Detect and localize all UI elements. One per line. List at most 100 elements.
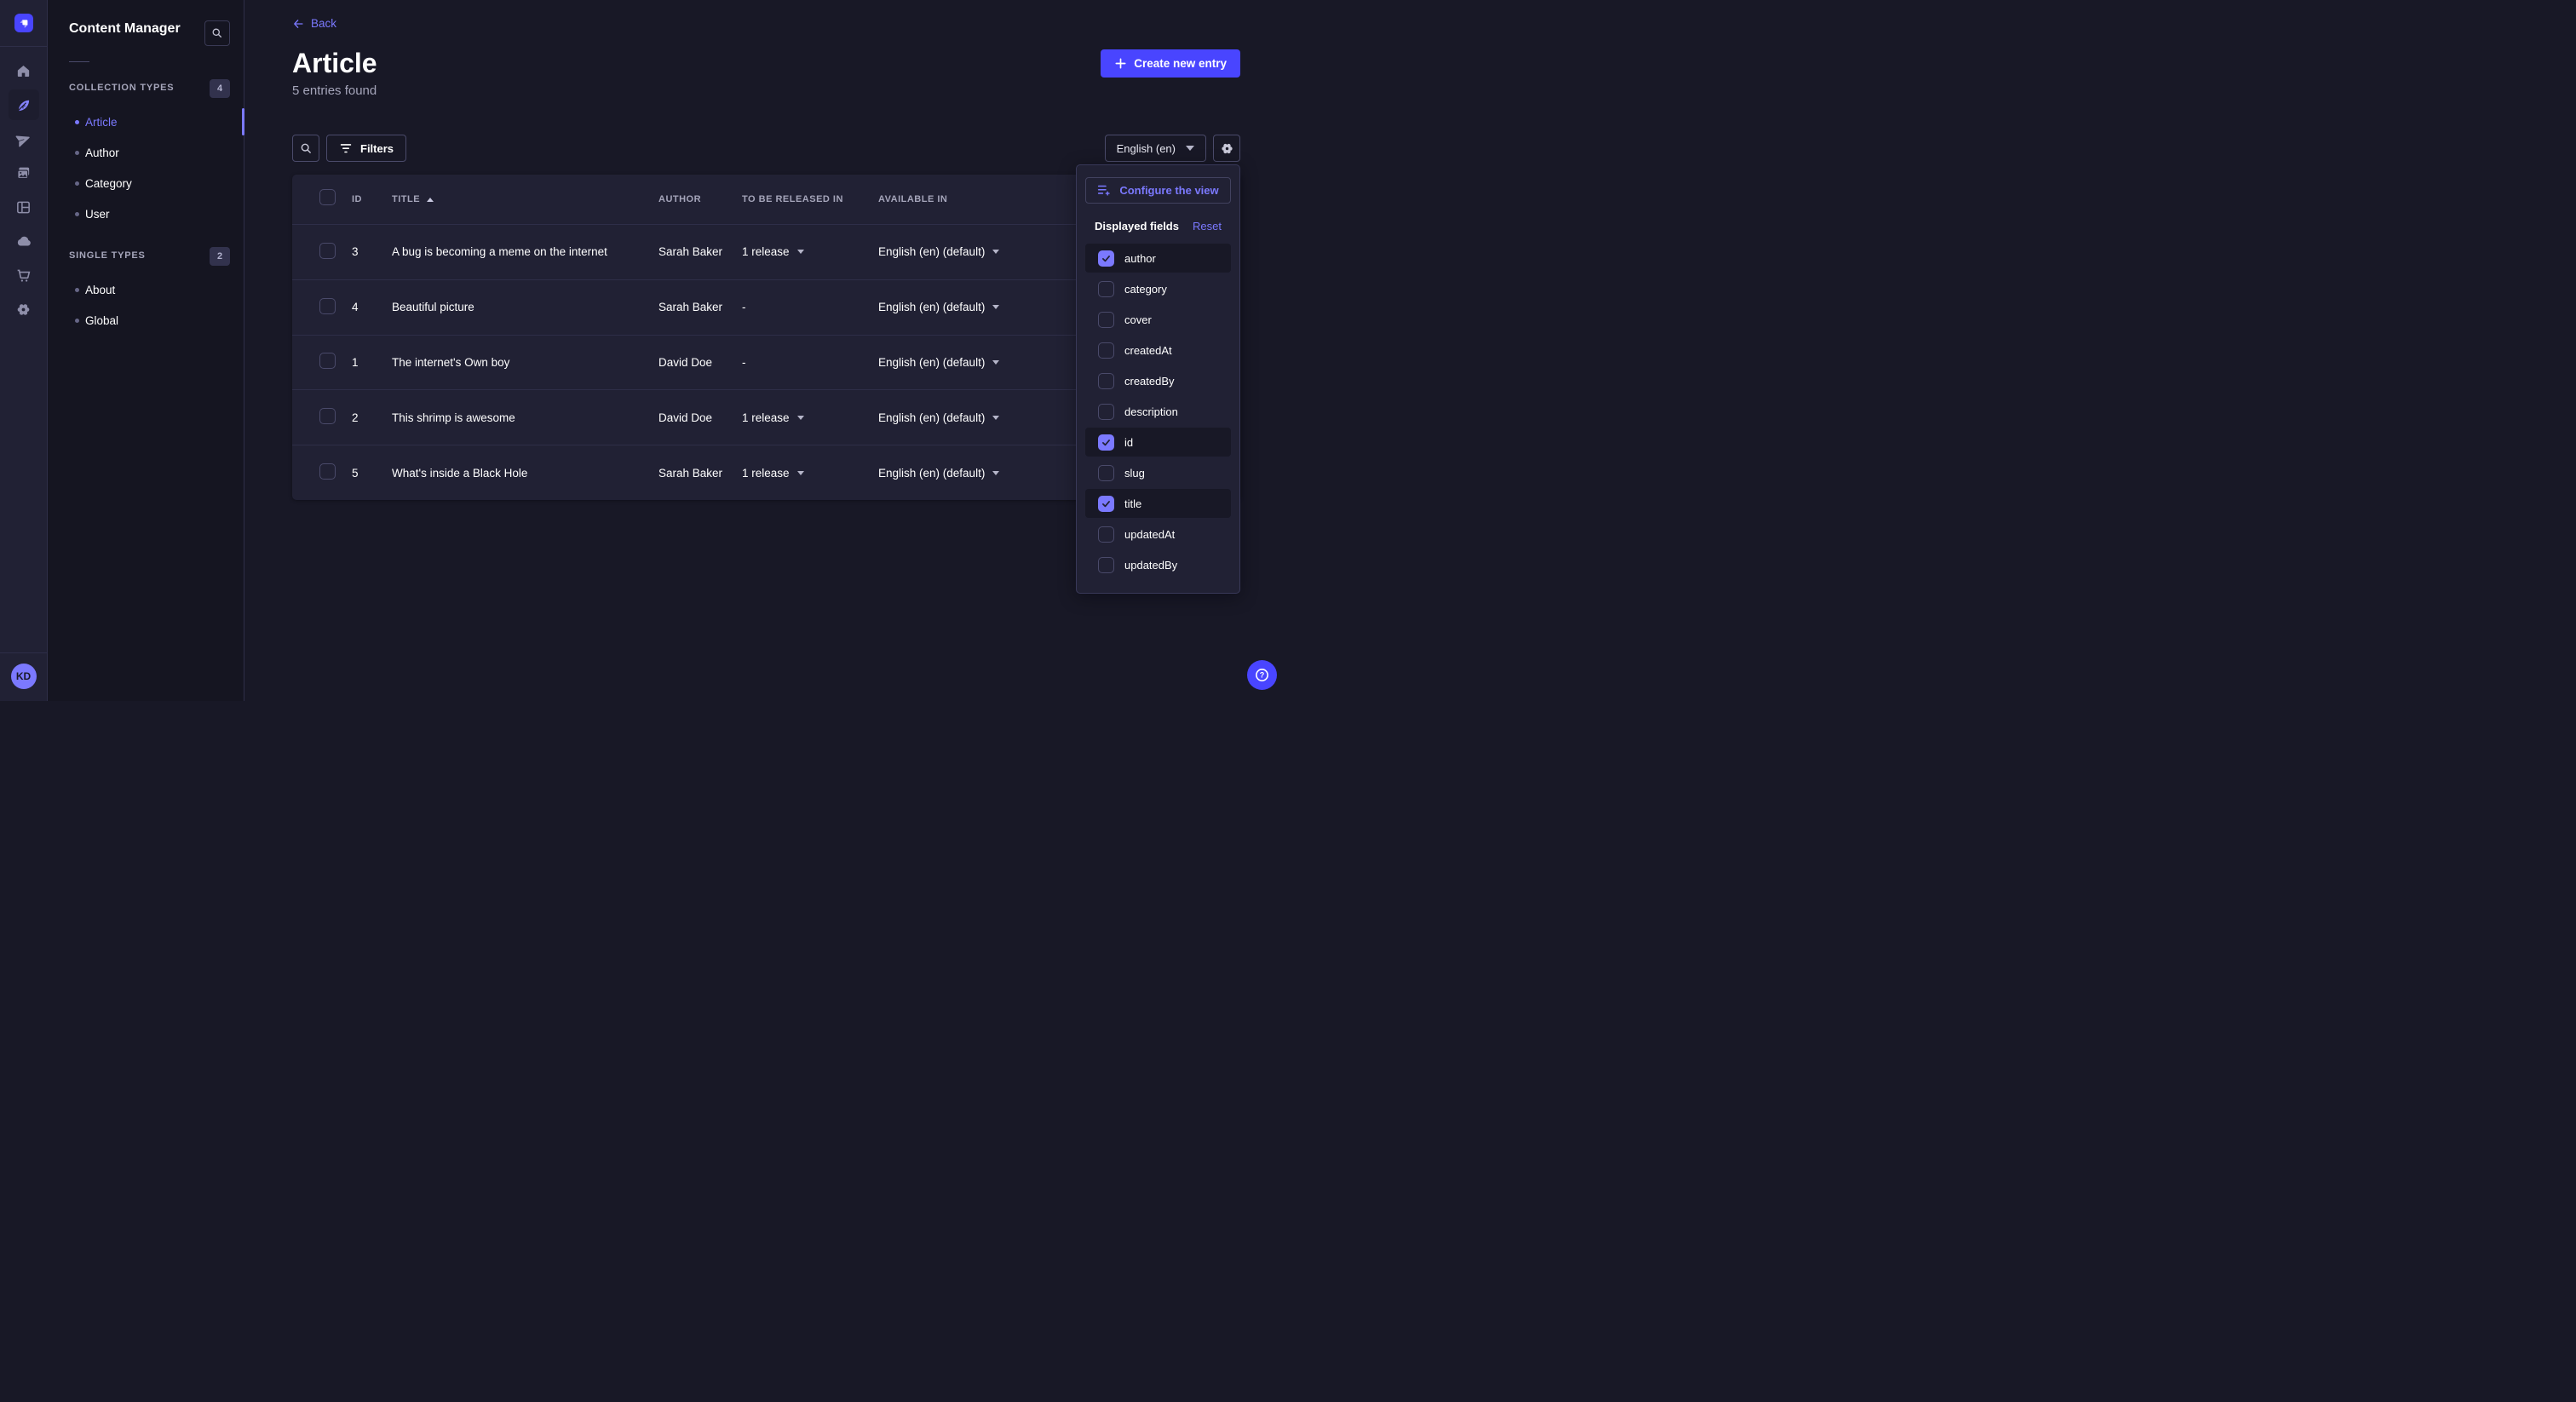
- configure-view-button[interactable]: Configure the view: [1085, 177, 1231, 204]
- content-manager-icon[interactable]: [9, 89, 39, 120]
- content-type-builder-icon[interactable]: [9, 192, 39, 222]
- media-library-icon[interactable]: [9, 158, 39, 188]
- field-label: slug: [1124, 467, 1145, 480]
- send-plane-icon[interactable]: [9, 124, 39, 154]
- subnav-item-label: Article: [85, 116, 118, 129]
- entries-count: 5 entries found: [292, 83, 377, 98]
- field-toggle-row[interactable]: slug: [1085, 458, 1231, 487]
- field-checkbox[interactable]: [1098, 312, 1114, 328]
- locale-select[interactable]: English (en): [1105, 135, 1206, 162]
- field-toggle-row[interactable]: author: [1085, 244, 1231, 273]
- filters-button[interactable]: Filters: [326, 135, 406, 162]
- field-toggle-row[interactable]: updatedAt: [1085, 520, 1231, 549]
- field-checkbox[interactable]: [1098, 434, 1114, 451]
- subnav-item[interactable]: Global: [48, 305, 244, 336]
- column-header-released[interactable]: TO BE RELEASED IN: [742, 194, 878, 204]
- field-toggle-row[interactable]: createdAt: [1085, 336, 1231, 365]
- subnav-item[interactable]: About: [48, 274, 244, 305]
- select-all-checkbox[interactable]: [319, 189, 336, 205]
- field-label: category: [1124, 283, 1167, 296]
- filter-icon: [339, 143, 353, 154]
- cell-id: 3: [352, 245, 392, 258]
- chevron-down-icon: [797, 471, 804, 475]
- field-toggle-row[interactable]: createdBy: [1085, 366, 1231, 395]
- chevron-down-icon: [992, 250, 999, 254]
- subnav-divider: [69, 61, 89, 62]
- field-toggle-row[interactable]: category: [1085, 274, 1231, 303]
- field-label: cover: [1124, 313, 1152, 326]
- plus-icon: [1114, 57, 1127, 70]
- back-arrow-icon: [292, 18, 304, 30]
- subnav-item[interactable]: Author: [48, 137, 244, 168]
- column-header-id[interactable]: ID: [352, 194, 392, 204]
- subnav-search-button[interactable]: [204, 20, 230, 46]
- section-label: COLLECTION TYPES: [69, 83, 174, 93]
- field-checkbox[interactable]: [1098, 557, 1114, 573]
- row-checkbox[interactable]: [319, 353, 336, 369]
- field-checkbox[interactable]: [1098, 496, 1114, 512]
- cell-title: What's inside a Black Hole: [392, 467, 658, 480]
- user-avatar[interactable]: KD: [11, 664, 37, 689]
- row-checkbox[interactable]: [319, 243, 336, 259]
- cell-released[interactable]: 1 release: [742, 467, 878, 480]
- chevron-down-icon: [1186, 146, 1194, 151]
- field-checkbox[interactable]: [1098, 404, 1114, 420]
- cell-id: 2: [352, 411, 392, 424]
- cell-released[interactable]: -: [742, 356, 878, 369]
- create-new-entry-button[interactable]: Create new entry: [1101, 49, 1240, 78]
- marketplace-cart-icon[interactable]: [9, 260, 39, 290]
- view-settings-popover: Configure the view Displayed fields Rese…: [1076, 164, 1240, 594]
- help-button[interactable]: ?: [1247, 660, 1277, 690]
- chevron-down-icon: [992, 360, 999, 365]
- row-checkbox[interactable]: [319, 298, 336, 314]
- field-toggle-row[interactable]: title: [1085, 489, 1231, 518]
- subnav: Content Manager COLLECTION TYPES 4 Artic…: [48, 0, 244, 701]
- section-label: SINGLE TYPES: [69, 250, 146, 261]
- settings-gear-icon[interactable]: [9, 294, 39, 325]
- field-label: id: [1124, 436, 1133, 449]
- field-checkbox[interactable]: [1098, 250, 1114, 267]
- check-icon: [1101, 437, 1112, 448]
- cell-released[interactable]: 1 release: [742, 411, 878, 424]
- field-label: description: [1124, 405, 1178, 418]
- single-types-section: SINGLE TYPES 2 About Global: [48, 247, 244, 336]
- cell-author: David Doe: [658, 411, 742, 424]
- row-checkbox[interactable]: [319, 463, 336, 480]
- field-checkbox[interactable]: [1098, 465, 1114, 481]
- cloud-icon[interactable]: [9, 226, 39, 256]
- back-link[interactable]: Back: [292, 17, 336, 30]
- home-icon[interactable]: [9, 55, 39, 86]
- field-toggle-row[interactable]: cover: [1085, 305, 1231, 334]
- check-icon: [1101, 253, 1112, 264]
- column-header-author[interactable]: AUTHOR: [658, 194, 742, 204]
- subnav-item[interactable]: Article: [48, 106, 244, 137]
- field-checkbox[interactable]: [1098, 526, 1114, 543]
- nav-bottom-divider: [0, 652, 48, 653]
- subnav-item-label: Global: [85, 314, 118, 327]
- subnav-item[interactable]: User: [48, 198, 244, 229]
- field-toggle-row[interactable]: updatedBy: [1085, 550, 1231, 579]
- field-checkbox[interactable]: [1098, 373, 1114, 389]
- reset-link[interactable]: Reset: [1193, 220, 1222, 233]
- strapi-logo[interactable]: [14, 14, 33, 32]
- view-settings-gear-button[interactable]: [1213, 135, 1240, 162]
- row-checkbox[interactable]: [319, 408, 336, 424]
- cell-id: 4: [352, 301, 392, 313]
- help-question-icon: ?: [1254, 667, 1270, 683]
- cell-title: The internet's Own boy: [392, 356, 658, 369]
- column-header-title[interactable]: TITLE: [392, 194, 658, 204]
- cell-released[interactable]: -: [742, 301, 878, 313]
- gear-icon: [1220, 141, 1234, 156]
- nav-divider: [0, 46, 48, 47]
- cell-released[interactable]: 1 release: [742, 245, 878, 258]
- subnav-item[interactable]: Category: [48, 168, 244, 198]
- field-checkbox[interactable]: [1098, 281, 1114, 297]
- table-search-button[interactable]: [292, 135, 319, 162]
- field-toggle-row[interactable]: id: [1085, 428, 1231, 457]
- field-toggle-row[interactable]: description: [1085, 397, 1231, 426]
- field-label: author: [1124, 252, 1156, 265]
- cell-title: Beautiful picture: [392, 301, 658, 313]
- field-checkbox[interactable]: [1098, 342, 1114, 359]
- cell-author: Sarah Baker: [658, 467, 742, 480]
- cell-author: Sarah Baker: [658, 301, 742, 313]
